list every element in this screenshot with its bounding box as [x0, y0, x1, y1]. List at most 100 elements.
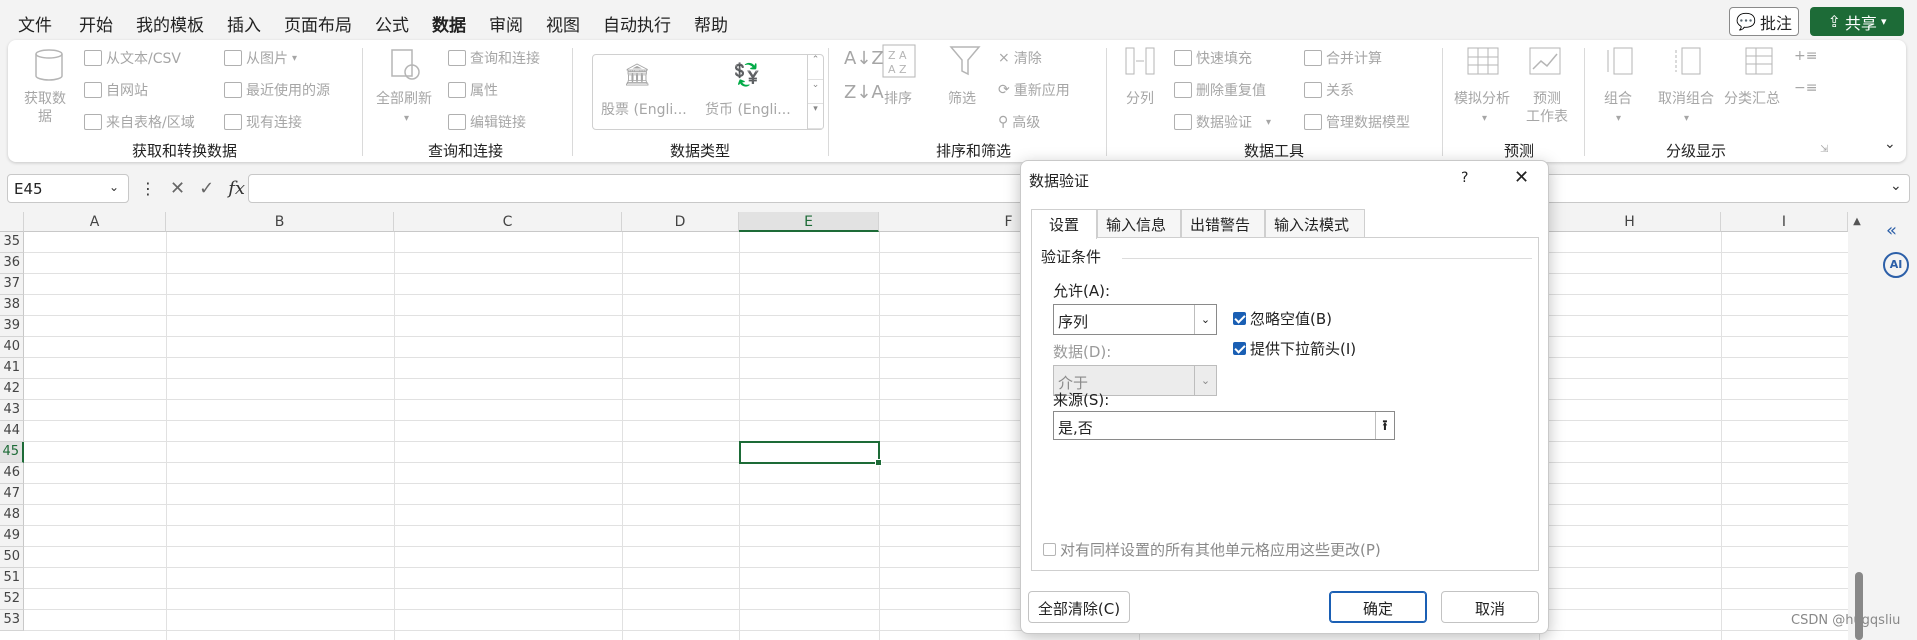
- expand-formula-bar-icon[interactable]: ⌄: [1890, 178, 1902, 194]
- enter-icon[interactable]: ✓: [199, 178, 214, 199]
- close-icon[interactable]: ✕: [1514, 167, 1529, 188]
- collapse-panel-icon[interactable]: «: [1886, 220, 1897, 241]
- sort-button[interactable]: 排序: [884, 90, 912, 108]
- insert-function-icon[interactable]: fx: [228, 178, 245, 199]
- source-input[interactable]: 是,否: [1053, 411, 1395, 440]
- row-header[interactable]: 50: [0, 547, 24, 568]
- help-button[interactable]: ?: [1461, 170, 1468, 186]
- from-table-button[interactable]: 来自表格/区域: [84, 112, 195, 132]
- text-to-columns-button[interactable]: 分列: [1126, 90, 1154, 108]
- select-all-corner[interactable]: [0, 212, 24, 232]
- row-header[interactable]: 47: [0, 484, 24, 505]
- tab-file[interactable]: 文件: [18, 11, 52, 36]
- subtotal-button[interactable]: 分类汇总: [1724, 90, 1780, 108]
- spreadsheet-grid[interactable]: A B C D E F G H I 35 36 37 38 39 40 41 4…: [0, 212, 1848, 640]
- ignore-blank-checkbox[interactable]: 忽略空值(B): [1233, 308, 1332, 329]
- share-button[interactable]: ⇪ 共享 ▾: [1810, 7, 1904, 36]
- row-header[interactable]: 38: [0, 295, 24, 316]
- more-options-icon[interactable]: ⋮: [140, 179, 156, 198]
- tab-error-alert[interactable]: 出错警告: [1181, 209, 1265, 237]
- from-picture-button[interactable]: 从图片 ▾: [224, 48, 297, 68]
- sort-descending-button[interactable]: Z↓A: [844, 82, 884, 103]
- ok-button[interactable]: 确定: [1329, 591, 1427, 623]
- clear-filter-button[interactable]: ⨯ 清除: [998, 48, 1042, 68]
- row-header[interactable]: 49: [0, 526, 24, 547]
- tab-ime-mode[interactable]: 输入法模式: [1265, 209, 1365, 237]
- column-header[interactable]: A: [24, 212, 166, 232]
- row-header[interactable]: 35: [0, 232, 24, 253]
- data-validation-button[interactable]: 数据验证 ▾: [1174, 112, 1271, 132]
- tab-data[interactable]: 数据: [432, 11, 466, 43]
- filter-button[interactable]: 筛选: [948, 90, 976, 108]
- tab-home[interactable]: 开始: [79, 11, 113, 36]
- row-header[interactable]: 36: [0, 253, 24, 274]
- show-detail-button[interactable]: +≡: [1794, 48, 1817, 64]
- tab-my-templates[interactable]: 我的模板: [136, 11, 204, 36]
- chevron-down-icon[interactable]: ⌄: [109, 180, 119, 194]
- row-header[interactable]: 52: [0, 589, 24, 610]
- reapply-button[interactable]: ⟳ 重新应用: [998, 80, 1070, 100]
- tab-input-message[interactable]: 输入信息: [1097, 209, 1181, 237]
- sort-ascending-button[interactable]: A↓Z: [844, 48, 884, 69]
- tab-settings[interactable]: 设置: [1031, 209, 1097, 239]
- tab-page-layout[interactable]: 页面布局: [284, 11, 352, 36]
- scroll-up-icon[interactable]: ▲: [1848, 216, 1866, 227]
- ai-assistant-icon[interactable]: AI: [1883, 252, 1909, 278]
- active-cell[interactable]: [739, 441, 882, 466]
- properties-button[interactable]: 属性: [448, 80, 498, 100]
- column-header[interactable]: D: [622, 212, 739, 232]
- consolidate-button[interactable]: 合并计算: [1304, 48, 1382, 68]
- comments-button[interactable]: 💬 批注: [1729, 7, 1799, 36]
- from-web-button[interactable]: 自网站: [84, 80, 148, 100]
- row-header[interactable]: 42: [0, 379, 24, 400]
- in-cell-dropdown-checkbox[interactable]: 提供下拉箭头(I): [1233, 338, 1356, 359]
- column-header[interactable]: H: [1539, 212, 1721, 232]
- gallery-scroll[interactable]: ⌃ ⌄ ▾: [807, 55, 823, 130]
- row-header[interactable]: 46: [0, 463, 24, 484]
- row-header[interactable]: 37: [0, 274, 24, 295]
- recent-sources-button[interactable]: 最近使用的源: [224, 80, 330, 100]
- tab-automate[interactable]: 自动执行: [603, 11, 671, 36]
- from-text-csv-button[interactable]: 从文本/CSV: [84, 48, 181, 68]
- collapse-ribbon-button[interactable]: ⌄: [1884, 136, 1896, 152]
- hide-detail-button[interactable]: −≡: [1794, 80, 1817, 96]
- clear-all-button[interactable]: 全部清除(C): [1028, 591, 1130, 623]
- queries-connections-button[interactable]: 查询和连接: [448, 48, 540, 68]
- column-header[interactable]: C: [394, 212, 622, 232]
- tab-formulas[interactable]: 公式: [375, 11, 409, 36]
- column-header[interactable]: I: [1721, 212, 1848, 232]
- collapse-dialog-button[interactable]: ⭱: [1375, 412, 1394, 439]
- group-button[interactable]: 组合: [1604, 90, 1632, 108]
- advanced-filter-button[interactable]: ⚲ 高级: [998, 112, 1040, 132]
- cancel-icon[interactable]: ✕: [170, 178, 185, 199]
- cancel-button[interactable]: 取消: [1441, 591, 1539, 623]
- tab-insert[interactable]: 插入: [227, 11, 261, 36]
- row-header[interactable]: 39: [0, 316, 24, 337]
- column-header[interactable]: E: [739, 212, 879, 232]
- row-header[interactable]: 45: [0, 442, 24, 463]
- relationships-button[interactable]: 关系: [1304, 80, 1354, 100]
- column-header[interactable]: B: [166, 212, 394, 232]
- currency-button[interactable]: 货币 (Engli...: [705, 101, 791, 119]
- remove-duplicates-button[interactable]: 删除重复值: [1174, 80, 1266, 100]
- row-header[interactable]: 51: [0, 568, 24, 589]
- dialog-launcher-icon[interactable]: ⇲: [1820, 144, 1828, 155]
- scrollbar-thumb[interactable]: [1855, 572, 1863, 640]
- stocks-button[interactable]: 股票 (Engli...: [601, 101, 687, 119]
- allow-select[interactable]: 序列 ⌄: [1053, 304, 1217, 335]
- tab-view[interactable]: 视图: [546, 11, 580, 36]
- apply-all-checkbox[interactable]: 对有同样设置的所有其他单元格应用这些更改(P): [1043, 539, 1381, 560]
- row-header[interactable]: 40: [0, 337, 24, 358]
- what-if-analysis-button[interactable]: 模拟分析: [1454, 90, 1510, 108]
- get-data-button[interactable]: 获取数 据: [24, 90, 66, 126]
- tab-help[interactable]: 帮助: [694, 11, 728, 36]
- row-header[interactable]: 41: [0, 358, 24, 379]
- forecast-sheet-button[interactable]: 预测 工作表: [1526, 90, 1568, 126]
- ungroup-button[interactable]: 取消组合: [1658, 90, 1714, 108]
- row-header[interactable]: 53: [0, 610, 24, 631]
- refresh-all-button[interactable]: 全部刷新: [376, 90, 432, 108]
- existing-connections-button[interactable]: 现有连接: [224, 112, 302, 132]
- row-header[interactable]: 44: [0, 421, 24, 442]
- manage-data-model-button[interactable]: 管理数据模型: [1304, 112, 1410, 132]
- flash-fill-button[interactable]: 快速填充: [1174, 48, 1252, 68]
